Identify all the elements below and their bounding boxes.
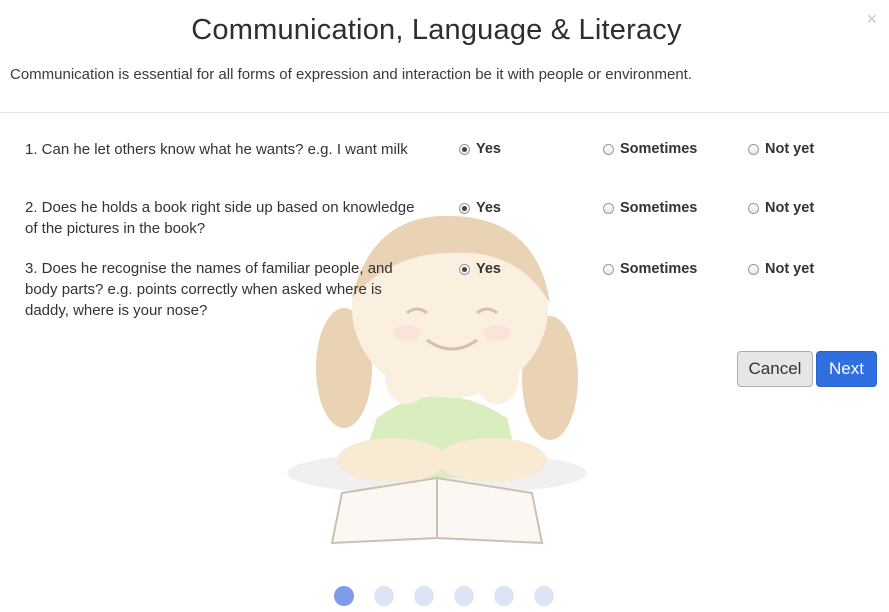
cancel-button[interactable]: Cancel <box>737 351 813 387</box>
radio-button[interactable] <box>748 143 759 155</box>
pager-dot-2[interactable] <box>374 586 394 606</box>
radio-button[interactable] <box>459 143 470 155</box>
option-not-yet[interactable]: Not yet <box>748 200 814 216</box>
option-sometimes[interactable]: Sometimes <box>603 200 697 216</box>
option-sometimes[interactable]: Sometimes <box>603 141 697 157</box>
question-text: 3. Does he recognise the names of famili… <box>25 260 393 319</box>
question-text: 1. Can he let others know what he wants?… <box>25 141 408 158</box>
questionnaire-modal: × Communication, Language & Literacy Com… <box>0 0 889 612</box>
option-label: Yes <box>476 200 501 216</box>
pager-dot-1[interactable] <box>334 586 354 606</box>
option-yes[interactable]: Yes <box>459 141 501 157</box>
header-divider <box>0 112 889 113</box>
option-not-yet[interactable]: Not yet <box>748 141 814 157</box>
step-pager <box>334 586 574 606</box>
radio-button[interactable] <box>603 143 614 155</box>
option-label: Sometimes <box>620 261 698 277</box>
question-text: 2. Does he holds a book right side up ba… <box>25 199 415 237</box>
pager-dot-3[interactable] <box>414 586 434 606</box>
option-label: Not yet <box>765 141 815 157</box>
option-yes[interactable]: Yes <box>459 200 501 216</box>
modal-title: Communication, Language & Literacy <box>191 14 682 46</box>
option-label: Yes <box>476 261 501 277</box>
radio-button[interactable] <box>459 202 470 214</box>
option-sometimes[interactable]: Sometimes <box>603 261 697 277</box>
option-label: Sometimes <box>620 141 698 157</box>
option-label: Not yet <box>765 261 815 277</box>
radio-button[interactable] <box>748 202 759 214</box>
radio-button[interactable] <box>748 263 759 275</box>
option-not-yet[interactable]: Not yet <box>748 261 814 277</box>
radio-button[interactable] <box>603 263 614 275</box>
option-yes[interactable]: Yes <box>459 261 501 277</box>
pager-dot-4[interactable] <box>454 586 474 606</box>
option-label: Yes <box>476 141 501 157</box>
pager-dot-5[interactable] <box>494 586 514 606</box>
modal-subtitle: Communication is essential for all forms… <box>10 66 693 83</box>
option-label: Sometimes <box>620 200 698 216</box>
next-button[interactable]: Next <box>816 351 877 387</box>
radio-button[interactable] <box>603 202 614 214</box>
pager-dot-6[interactable] <box>534 586 554 606</box>
radio-button[interactable] <box>459 263 470 275</box>
option-label: Not yet <box>765 200 815 216</box>
